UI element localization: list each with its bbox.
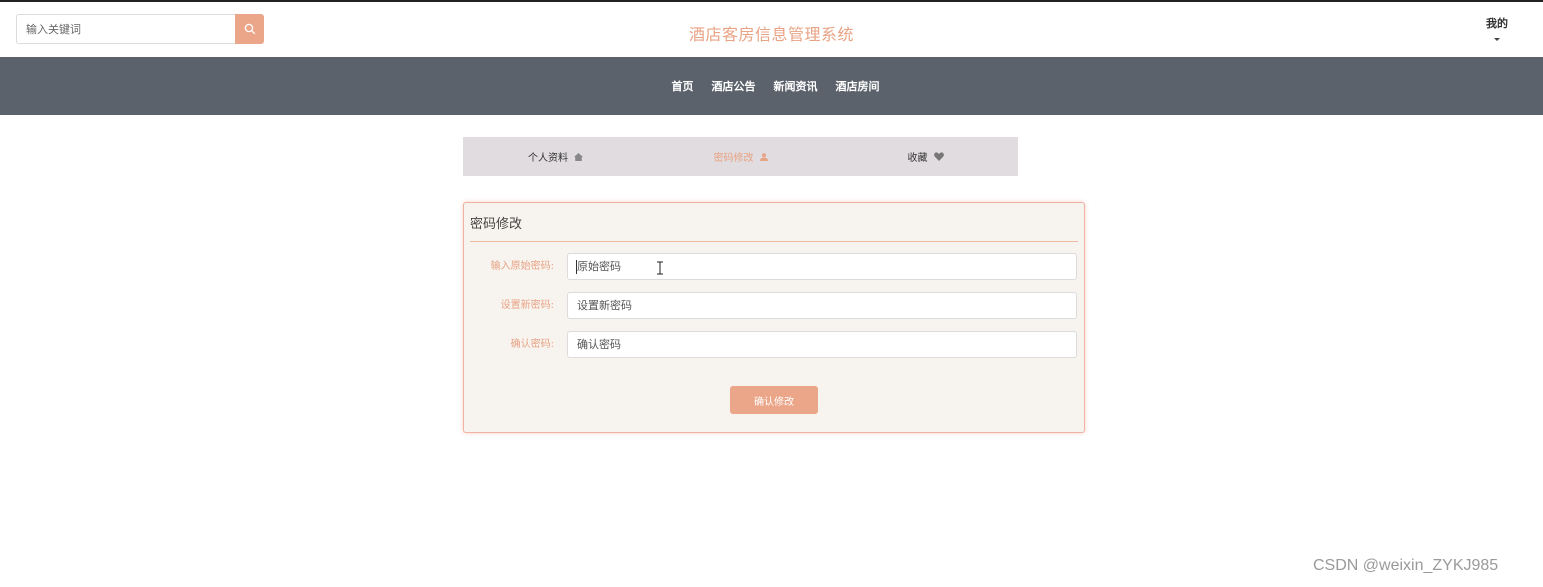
text-caret <box>576 260 577 274</box>
tab-profile-label: 个人资料 <box>528 153 568 164</box>
nav-item-rooms[interactable]: 酒店房间 <box>836 78 880 94</box>
change-password-panel: 密码修改 输入原始密码: 设置新密码: 确认密码: 确认修改 <box>463 202 1085 433</box>
tab-change-password-label: 密码修改 <box>713 153 754 164</box>
site-header: 酒店客房信息管理系统 我的 <box>0 2 1543 57</box>
confirm-password-label: 确认密码: <box>510 339 554 350</box>
form-row-new-password: 设置新密码: <box>464 292 1084 320</box>
tab-profile[interactable]: 个人资料 <box>463 137 648 176</box>
panel-title: 密码修改 <box>470 217 523 232</box>
new-password-field[interactable] <box>567 292 1077 319</box>
old-password-label: 输入原始密码: <box>490 261 554 272</box>
tab-change-password[interactable]: 密码修改 <box>648 137 833 176</box>
tab-favorites-label: 收藏 <box>907 153 928 164</box>
user-menu[interactable]: 我的 <box>1478 15 1516 41</box>
user-icon <box>759 152 768 161</box>
form-row-confirm-password: 确认密码: <box>464 331 1084 359</box>
main-nav: 首页 酒店公告 新闻资讯 酒店房间 <box>0 57 1543 115</box>
confirm-change-button[interactable]: 确认修改 <box>730 386 818 414</box>
profile-tabs: 个人资料 密码修改 收藏 <box>463 137 1018 176</box>
nav-item-news[interactable]: 新闻资讯 <box>774 78 818 94</box>
tab-favorites[interactable]: 收藏 <box>833 137 1018 176</box>
user-menu-label: 我的 <box>1486 17 1508 30</box>
caret-down-icon <box>1494 38 1500 41</box>
nav-item-home[interactable]: 首页 <box>672 78 694 94</box>
nav-item-announcements[interactable]: 酒店公告 <box>712 78 756 94</box>
form-row-old-password: 输入原始密码: <box>464 253 1084 281</box>
heart-icon <box>933 152 944 161</box>
new-password-label: 设置新密码: <box>500 300 554 311</box>
watermark: CSDN @weixin_ZYKJ985 <box>1313 557 1499 574</box>
panel-divider <box>470 241 1078 242</box>
old-password-field[interactable] <box>567 253 1077 280</box>
ibeam-cursor-icon <box>655 260 665 279</box>
confirm-password-field[interactable] <box>567 331 1077 358</box>
home-icon <box>574 152 583 161</box>
site-title: 酒店客房信息管理系统 <box>688 25 854 44</box>
